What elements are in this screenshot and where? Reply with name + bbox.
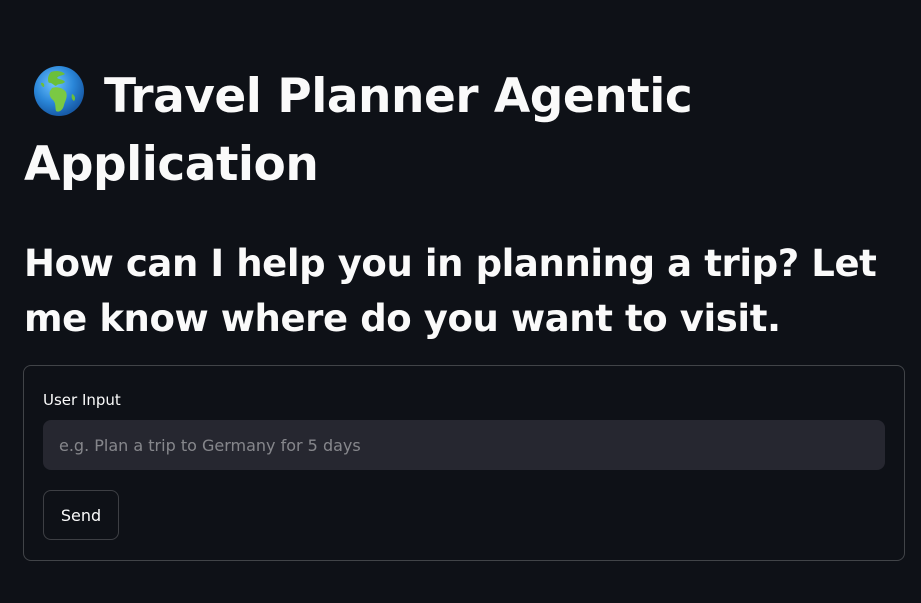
user-input-label: User Input <box>43 391 121 409</box>
app-page: Travel Planner Agentic Application How c… <box>0 0 921 603</box>
page-title: Travel Planner Agentic Application <box>24 64 884 196</box>
page-subtitle: How can I help you in planning a trip? L… <box>24 242 877 340</box>
user-input-form: User Input Send <box>23 365 905 561</box>
user-input-container <box>43 420 885 470</box>
page-title-text: Travel Planner Agentic Application <box>24 69 693 192</box>
send-button[interactable]: Send <box>43 490 119 540</box>
globe-icon <box>32 64 86 134</box>
user-input-field[interactable] <box>43 420 885 470</box>
